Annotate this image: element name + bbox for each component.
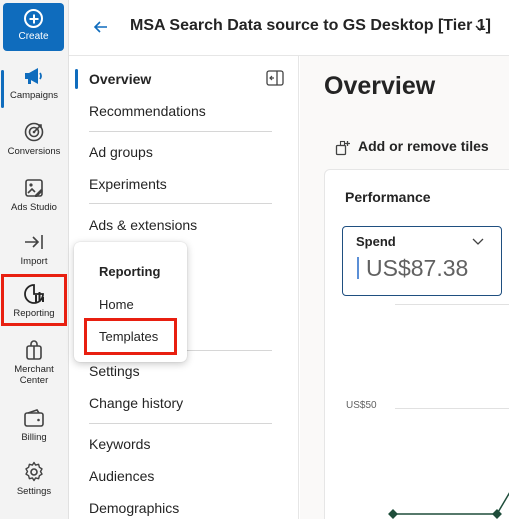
nav-item-keywords[interactable]: Keywords xyxy=(89,436,150,452)
reporting-highlight-box xyxy=(1,274,67,326)
campaign-title: MSA Search Data source to GS Desktop [Ti… xyxy=(130,17,491,34)
chart-series-line xyxy=(496,492,509,515)
page-title: Overview xyxy=(324,72,436,100)
rail-item-label: Ads Studio xyxy=(11,202,57,213)
rail-item-conversions[interactable]: Conversions xyxy=(0,120,68,174)
image-edit-icon xyxy=(25,179,43,197)
nav-item-audiences[interactable]: Audiences xyxy=(89,468,154,484)
flyout-item-home[interactable]: Home xyxy=(99,297,134,312)
rail-item-label: Campaigns xyxy=(9,90,59,101)
add-tiles-icon[interactable] xyxy=(335,140,351,156)
collapse-panel-icon[interactable] xyxy=(266,70,284,86)
templates-highlight-box xyxy=(84,318,177,355)
top-header: MSA Search Data source to GS Desktop [Ti… xyxy=(69,0,509,56)
nav-divider xyxy=(89,131,272,132)
nav-item-ads-extensions[interactable]: Ads & extensions xyxy=(89,217,197,233)
rail-item-label: Billing xyxy=(21,432,47,443)
shopping-bag-icon xyxy=(26,340,42,360)
nav-item-overview[interactable]: Overview xyxy=(89,71,151,87)
app-window: Create Campaigns Conversions Ads Studio … xyxy=(0,0,509,519)
performance-card: Performance Spend US$87.38 US$50 xyxy=(324,169,509,519)
create-button[interactable]: Create xyxy=(3,3,64,51)
add-remove-tiles-button[interactable]: Add or remove tiles xyxy=(358,138,489,154)
main-content: Overview Add or remove tiles Performance… xyxy=(300,56,509,519)
rail-item-label: Import xyxy=(20,256,48,267)
nav-divider xyxy=(89,423,272,424)
plus-circle-icon xyxy=(24,9,43,28)
rail-item-ads-studio[interactable]: Ads Studio xyxy=(0,176,68,230)
nav-divider xyxy=(89,203,272,204)
chart-point xyxy=(492,509,502,519)
performance-chart xyxy=(388,492,509,519)
rail-item-label-line1: Merchant xyxy=(14,364,54,375)
wallet-icon xyxy=(24,409,44,427)
nav-item-settings[interactable]: Settings xyxy=(89,363,140,379)
rail-item-settings[interactable]: Settings xyxy=(0,460,68,514)
flyout-title: Reporting xyxy=(99,264,161,279)
nav-selected-indicator xyxy=(75,69,78,89)
create-button-label: Create xyxy=(18,31,49,42)
rail-item-billing[interactable]: Billing xyxy=(0,406,68,460)
back-arrow-icon[interactable] xyxy=(91,17,111,37)
nav-item-experiments[interactable]: Experiments xyxy=(89,176,167,192)
nav-item-ad-groups[interactable]: Ad groups xyxy=(89,144,153,160)
left-rail: Create Campaigns Conversions Ads Studio … xyxy=(0,0,69,519)
nav-item-change-history[interactable]: Change history xyxy=(89,395,183,411)
nav-item-demographics[interactable]: Demographics xyxy=(89,500,179,516)
rail-item-campaigns[interactable]: Campaigns xyxy=(0,64,68,118)
import-arrow-icon xyxy=(25,235,43,249)
chart-point xyxy=(388,509,398,519)
nav-item-recommendations[interactable]: Recommendations xyxy=(89,103,206,119)
rail-item-label: Settings xyxy=(16,486,52,497)
rail-item-merchant-center[interactable]: Merchant Center xyxy=(0,338,68,394)
chevron-down-icon[interactable] xyxy=(474,22,486,34)
rail-item-label-line2: Center xyxy=(19,375,49,386)
rail-item-label: Conversions xyxy=(7,146,61,157)
megaphone-icon xyxy=(25,68,42,84)
gear-icon xyxy=(25,461,43,482)
target-icon xyxy=(24,122,44,142)
